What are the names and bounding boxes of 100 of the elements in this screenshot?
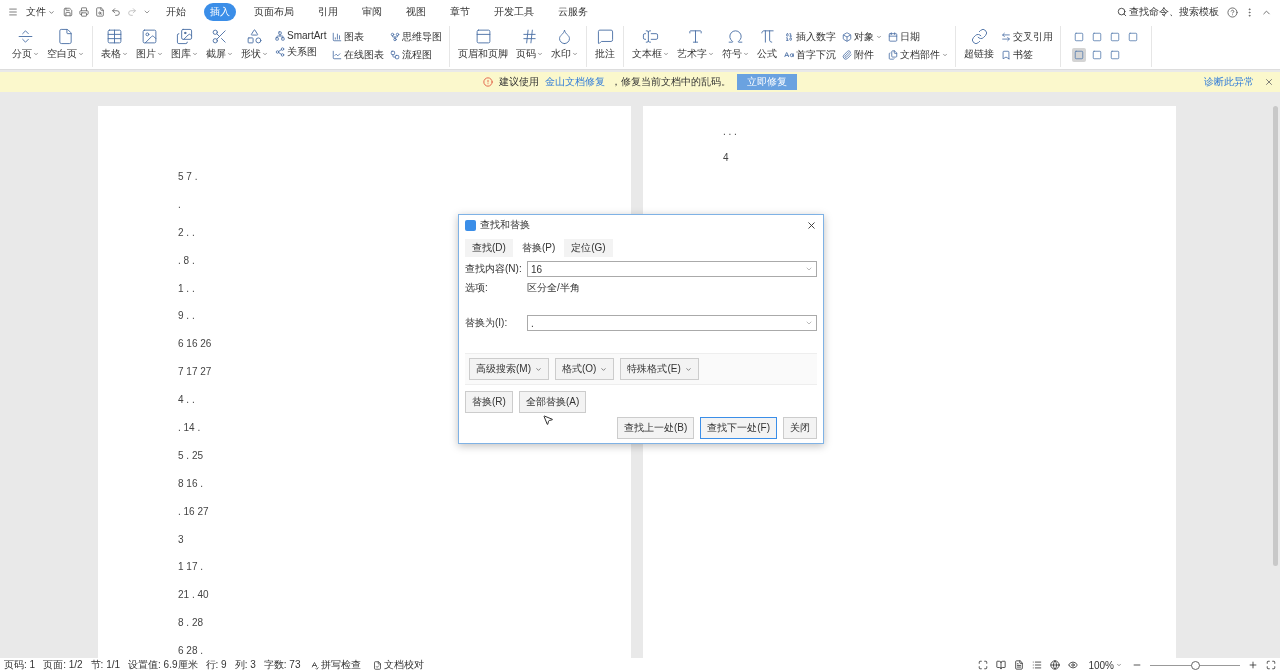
menu-tab[interactable]: 开始 [160,3,192,21]
view-toggle[interactable] [1072,48,1087,62]
undo-icon[interactable] [111,7,121,17]
web-view-icon[interactable] [1050,660,1061,670]
scissors-icon [211,28,228,45]
redo-icon[interactable] [127,7,137,17]
document-line: 2 . . [178,226,195,239]
word-art-icon [687,28,705,45]
cursor-icon [542,414,554,426]
outline-view-icon[interactable] [1032,660,1043,670]
zoom-in-icon[interactable] [1248,660,1258,670]
ribbon-button[interactable]: 形状 [238,26,271,63]
replace-button[interactable]: 全部替换(A) [518,391,587,413]
replace-button[interactable]: 替换(R) [465,391,513,413]
repair-link[interactable]: 金山文档修复 [545,75,605,89]
caret-icon [122,51,128,57]
caret-icon [78,51,84,57]
fit-icon[interactable] [1266,660,1276,670]
preview-icon[interactable] [95,7,105,17]
caret-icon [805,265,813,273]
menu-tab[interactable]: 开发工具 [488,3,540,21]
ribbon-button[interactable]: 批注 [592,26,619,63]
comment-icon [596,28,614,45]
ribbon-button[interactable]: 水印 [548,26,582,63]
ribbon-button[interactable]: 关系图 [273,44,329,60]
ribbon-button[interactable]: 日期 [886,29,951,45]
object-icon [842,32,853,42]
find-field[interactable]: 16 [527,261,817,277]
ribbon-button[interactable]: 对象 [840,29,885,45]
close-icon[interactable] [806,219,817,231]
ribbon-button[interactable]: 表格 [98,26,131,63]
ribbon-button[interactable]: 符号 [719,26,753,63]
document-line: . 14 . [178,422,201,434]
eye-icon[interactable] [1068,660,1079,670]
print-icon[interactable] [79,7,89,17]
cross-reference-icon [1001,32,1012,42]
ribbon-button[interactable]: 图库 [168,26,201,63]
ribbon-button[interactable]: 首字下沉 [782,47,839,63]
page-view-icon[interactable] [1014,660,1025,670]
ribbon-button[interactable]: 公式 [754,26,781,63]
dialog-button[interactable]: 关闭 [783,417,817,439]
menu-tab[interactable]: 引用 [312,3,344,21]
dialog-button[interactable]: 查找上一处(B) [616,417,695,439]
menu-tab[interactable]: 审阅 [356,3,388,21]
blank-page-icon [57,28,74,45]
document-line: 8 . 28 [178,617,204,630]
ribbon-button[interactable]: 超链接 [961,26,998,63]
page-number-icon [521,28,539,45]
menu-tab[interactable]: 云服务 [552,3,594,21]
ribbon-button[interactable]: 文本框 [629,26,673,63]
menu-tab[interactable]: 章节 [444,3,476,21]
ribbon-button[interactable]: 流程图 [388,47,445,63]
ribbon-button[interactable]: SmartArt [273,29,329,42]
menu-tab[interactable]: 视图 [400,3,432,21]
option-button[interactable]: 高级搜索(M) [469,358,549,380]
caret-icon [227,51,233,57]
zoom-thumb[interactable] [1191,660,1200,670]
dialog-button[interactable]: 查找下一处(F) [700,417,777,439]
ribbon-button[interactable]: 页眉和页脚 [455,26,512,63]
reading-view-icon[interactable] [996,660,1007,670]
ribbon-button[interactable]: 思维导图 [388,29,445,45]
ribbon-button[interactable]: 在线图表 [330,47,387,63]
symbol-icon [727,28,745,45]
caret-icon [262,51,268,57]
zoom-menu[interactable]: 100% [1086,658,1124,672]
status-text: 页面: 1/2 [43,658,83,672]
save-icon[interactable] [63,7,73,17]
ribbon-button[interactable]: 交叉引用 [999,29,1056,45]
ribbon-button[interactable]: 空白页 [44,26,87,63]
caret-icon [33,51,39,57]
ribbon-button[interactable]: 插入数字 [782,29,839,45]
ribbon-button[interactable]: 艺术字 [674,26,718,63]
spell-check-button[interactable]: 拼写检查 [308,657,364,672]
dialog-tab[interactable]: 查找(D) [465,239,513,257]
replace-field[interactable]: . [527,315,817,331]
caret-icon [535,365,542,373]
help-icon[interactable] [1227,6,1238,18]
ribbon-button[interactable]: 附件 [840,47,885,63]
command-search[interactable]: 查找命令、搜索模板 [1115,4,1221,20]
proofread-button[interactable]: 文档校对 [371,657,427,672]
ribbon-button[interactable]: 书签 [999,47,1056,63]
file-menu[interactable]: 文件 [24,4,57,20]
fullscreen-icon[interactable] [978,660,989,670]
scrollbar[interactable] [1273,106,1278,566]
menu-tab[interactable]: 页面布局 [248,3,300,21]
caret-icon[interactable] [143,8,151,16]
diagnose-link[interactable]: 诊断此异常 [1204,75,1254,89]
ribbon-button[interactable]: 文档部件 [886,47,951,63]
option-button[interactable]: 格式(O) [555,358,615,380]
ribbon-button[interactable]: 图片 [133,26,166,63]
document-line: . 8 . [178,254,195,267]
status-text: 设置值: 6.9厘米 [128,658,198,672]
dialog-tab[interactable]: 定位(G) [564,239,613,257]
option-button[interactable]: 特殊格式(E) [620,358,699,380]
ribbon-button[interactable]: 图表 [330,29,387,45]
ribbon-button[interactable]: 截屏 [203,26,236,63]
ribbon-button[interactable]: 分页 [9,26,42,63]
relation-icon [275,47,285,57]
menu-icon[interactable] [8,7,18,17]
ribbon-button[interactable]: 页码 [513,26,547,63]
